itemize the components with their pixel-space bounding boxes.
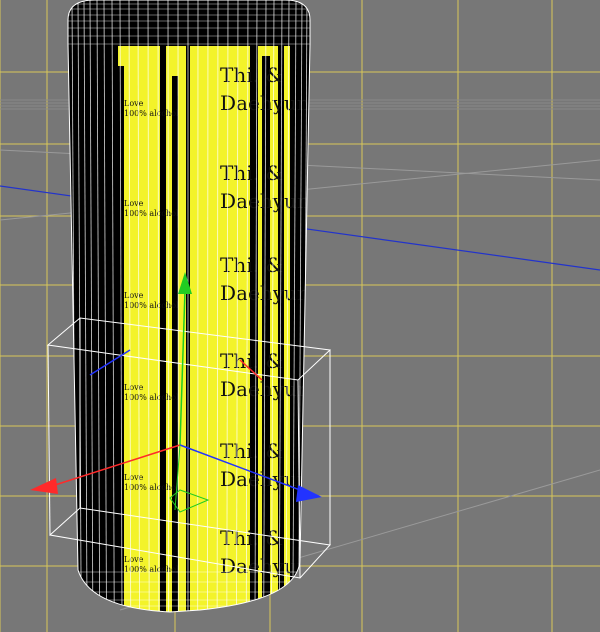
gizmo-z-arrow-icon[interactable]	[296, 485, 322, 502]
label-title-line-1: Thi. &	[220, 526, 283, 550]
label-stripe	[160, 46, 166, 612]
label-small-line-1: Love	[124, 99, 144, 108]
label-small-line-2: 100% alcohol	[124, 109, 179, 118]
label-title-line-1: Thi. &	[220, 439, 283, 463]
bottle-mesh[interactable]: Thi. & Daehyun Thi. & Daehyun Thi. & Daehyun T…	[60, 0, 320, 632]
label-small-line-1: Love	[124, 555, 144, 564]
label-small-line-2: 100% alcohol	[124, 393, 179, 402]
label-small-line-1: Love	[124, 383, 144, 392]
label-small-line-2: 100% alcohol	[124, 209, 179, 218]
label-title-line-2: Daehyun	[220, 554, 310, 578]
label-small-line-1: Love	[124, 199, 144, 208]
gizmo-x-arrow-icon[interactable]	[30, 478, 58, 494]
label-title-line-2: Daehyun	[220, 91, 310, 115]
label-small-line-1: Love	[124, 473, 144, 482]
label-small-line-2: 100% alcohol	[124, 301, 179, 310]
label-small-line-2: 100% alcohol	[124, 565, 179, 574]
3d-viewport[interactable]: Thi. & Daehyun Thi. & Daehyun Thi. & Daehyun T…	[0, 0, 600, 632]
label-stripe	[172, 76, 178, 612]
label-small-line-2: 100% alcohol	[124, 483, 179, 492]
viewport-canvas[interactable]: Thi. & Daehyun Thi. & Daehyun Thi. & Daehyun T…	[0, 0, 600, 632]
label-title-line-1: Thi. &	[220, 349, 283, 373]
label-title-line-1: Thi. &	[220, 253, 283, 277]
label-small-line-1: Love	[124, 291, 144, 300]
label-title-line-2: Daehyun	[220, 467, 310, 491]
